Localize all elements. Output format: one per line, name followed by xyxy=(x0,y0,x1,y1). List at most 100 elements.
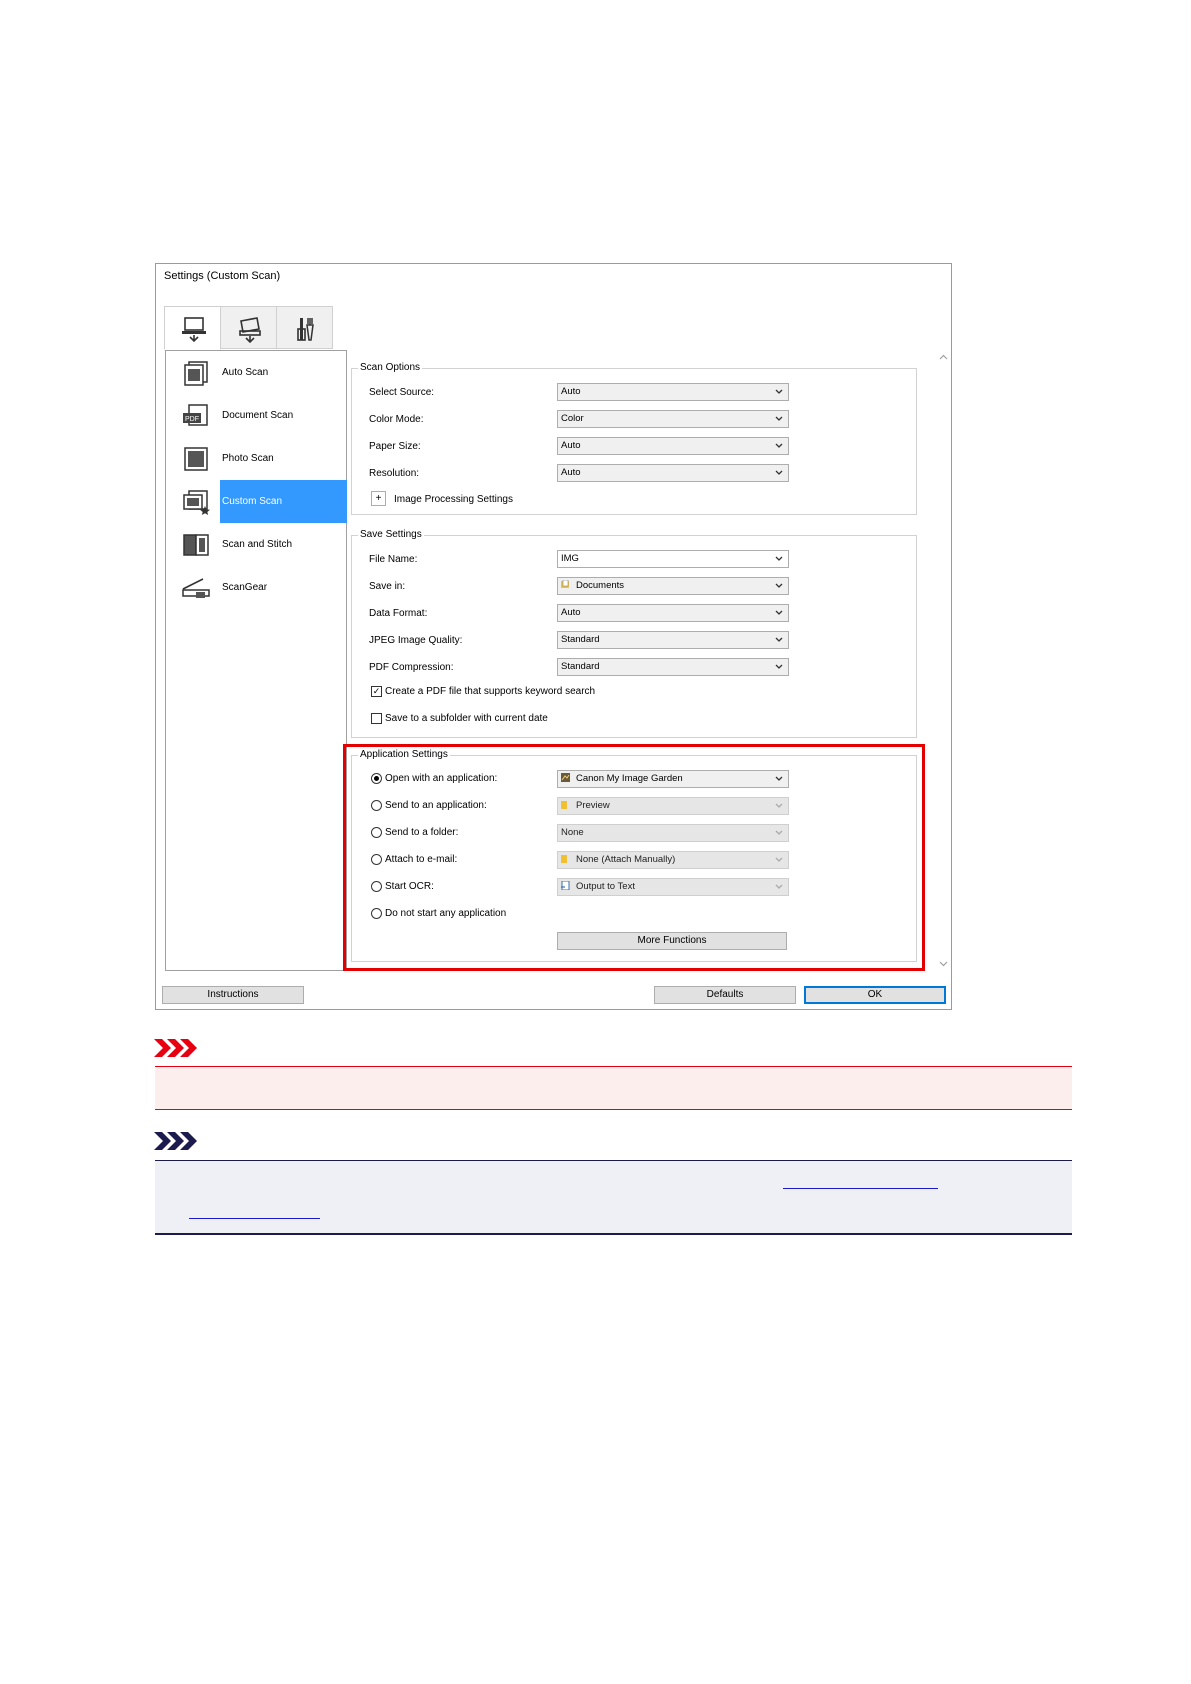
sidebar-item-document-scan[interactable]: PDF Document Scan xyxy=(166,394,346,437)
folder-icon xyxy=(561,855,567,863)
paper-size-label: Paper Size: xyxy=(369,441,421,452)
do-not-start-label: Do not start any application xyxy=(385,908,507,919)
file-name-label: File Name: xyxy=(369,554,418,565)
image-processing-label: Image Processing Settings xyxy=(394,494,513,505)
chevron-down-icon xyxy=(775,610,783,615)
scan-and-stitch-icon xyxy=(183,534,209,556)
custom-scan-icon xyxy=(183,490,210,515)
content-scrollbar[interactable] xyxy=(937,350,950,971)
defaults-button[interactable]: Defaults xyxy=(654,986,796,1004)
instructions-button[interactable]: Instructions xyxy=(162,986,304,1004)
sidebar-item-label: Document Scan xyxy=(222,410,294,421)
chevron-down-icon xyxy=(775,884,783,889)
keyword-search-pdf-label: Create a PDF file that supports keyword … xyxy=(385,686,596,697)
keyword-search-pdf-checkbox[interactable]: ✓ xyxy=(371,686,382,697)
file-name-combobox[interactable]: IMG xyxy=(557,550,789,568)
save-in-dropdown[interactable]: Documents xyxy=(557,577,789,595)
scangear-icon xyxy=(182,578,210,598)
attach-to-email-dropdown[interactable]: None (Attach Manually) xyxy=(557,851,789,869)
select-source-dropdown[interactable]: Auto xyxy=(557,383,789,401)
auto-scan-icon xyxy=(184,361,208,386)
sidebar-item-photo-scan[interactable]: Photo Scan xyxy=(166,437,346,480)
svg-text:PDF: PDF xyxy=(185,416,199,423)
my-image-garden-icon xyxy=(561,773,570,782)
note-link-2[interactable] xyxy=(189,1218,320,1219)
color-mode-dropdown[interactable]: Color xyxy=(557,410,789,428)
image-processing-expand-button[interactable]: + xyxy=(371,491,386,506)
scan-from-operation-panel-icon xyxy=(239,317,261,343)
data-format-label: Data Format: xyxy=(369,608,428,619)
open-with-app-radio[interactable] xyxy=(371,773,382,784)
chevron-down-icon xyxy=(775,803,783,808)
send-to-folder-radio[interactable] xyxy=(371,827,382,838)
chevron-down-icon xyxy=(775,443,783,448)
resolution-dropdown[interactable]: Auto xyxy=(557,464,789,482)
chevron-down-icon xyxy=(775,389,783,394)
subfolder-date-label: Save to a subfolder with current date xyxy=(385,713,548,724)
chevron-down-icon xyxy=(775,416,783,421)
settings-window: Settings (Custom Scan) Auto Scan PDF Doc… xyxy=(155,263,952,1010)
open-with-app-dropdown[interactable]: Canon My Image Garden xyxy=(557,770,789,788)
ok-button[interactable]: OK xyxy=(804,986,946,1004)
tab-scan-from-operation-panel[interactable] xyxy=(220,306,277,349)
jpeg-quality-dropdown[interactable]: Standard xyxy=(557,631,789,649)
documents-folder-icon xyxy=(561,580,569,588)
scroll-down-icon[interactable] xyxy=(939,959,948,968)
sidebar-item-scangear[interactable]: ScanGear xyxy=(166,566,346,609)
color-mode-label: Color Mode: xyxy=(369,414,424,425)
sidebar-item-label: Photo Scan xyxy=(222,453,274,464)
scroll-up-icon[interactable] xyxy=(939,353,948,362)
group-title: Save Settings xyxy=(358,529,424,540)
group-title: Scan Options xyxy=(358,362,423,373)
note-link-1[interactable] xyxy=(783,1188,938,1189)
scan-from-computer-icon xyxy=(182,317,206,343)
scan-type-sidebar: Auto Scan PDF Document Scan Photo Scan C… xyxy=(165,350,347,971)
chevron-down-icon xyxy=(775,664,783,669)
pdf-compression-dropdown[interactable]: Standard xyxy=(557,658,789,676)
group-title: Application Settings xyxy=(358,749,450,760)
start-ocr-dropdown[interactable]: Output to Text xyxy=(557,878,789,896)
paper-size-dropdown[interactable]: Auto xyxy=(557,437,789,455)
more-functions-button[interactable]: More Functions xyxy=(557,932,787,950)
note-box xyxy=(155,1160,1072,1235)
select-source-label: Select Source: xyxy=(369,387,435,398)
important-arrows-icon xyxy=(154,1039,197,1057)
sidebar-item-auto-scan[interactable]: Auto Scan xyxy=(166,351,346,394)
settings-content-pane: Scan Options Select Source: Auto Color M… xyxy=(343,350,937,971)
do-not-start-radio[interactable] xyxy=(371,908,382,919)
open-with-app-label: Open with an application: xyxy=(385,773,498,784)
start-ocr-radio[interactable] xyxy=(371,881,382,892)
save-in-label: Save in: xyxy=(369,581,406,592)
photo-scan-icon xyxy=(184,447,208,471)
send-to-folder-dropdown[interactable]: None xyxy=(557,824,789,842)
sidebar-item-custom-scan[interactable]: Custom Scan xyxy=(166,480,347,523)
scan-options-group: Scan Options Select Source: Auto Color M… xyxy=(351,362,917,515)
resolution-label: Resolution: xyxy=(369,468,420,479)
send-to-folder-label: Send to a folder: xyxy=(385,827,459,838)
ocr-icon xyxy=(561,881,570,890)
sidebar-item-label: Scan and Stitch xyxy=(222,539,293,550)
chevron-down-icon xyxy=(775,637,783,642)
sidebar-item-label: ScanGear xyxy=(222,582,268,593)
chevron-down-icon xyxy=(775,776,783,781)
application-settings-group: Application Settings Open with an applic… xyxy=(351,749,917,962)
data-format-dropdown[interactable]: Auto xyxy=(557,604,789,622)
subfolder-date-checkbox[interactable] xyxy=(371,713,382,724)
tab-general-settings[interactable] xyxy=(276,306,333,349)
pdf-compression-label: PDF Compression: xyxy=(369,662,454,673)
chevron-down-icon xyxy=(775,556,783,561)
folder-icon xyxy=(561,801,567,809)
attach-to-email-label: Attach to e-mail: xyxy=(385,854,458,865)
chevron-down-icon xyxy=(775,583,783,588)
send-to-app-radio[interactable] xyxy=(371,800,382,811)
chevron-down-icon xyxy=(775,830,783,835)
sidebar-item-label: Custom Scan xyxy=(220,480,347,523)
tab-scan-from-computer[interactable] xyxy=(164,306,221,350)
jpeg-quality-label: JPEG Image Quality: xyxy=(369,635,463,646)
chevron-down-icon xyxy=(775,857,783,862)
send-to-app-label: Send to an application: xyxy=(385,800,487,811)
send-to-app-dropdown[interactable]: Preview xyxy=(557,797,789,815)
sidebar-item-scan-and-stitch[interactable]: Scan and Stitch xyxy=(166,523,346,566)
attach-to-email-radio[interactable] xyxy=(371,854,382,865)
general-settings-icon xyxy=(297,318,314,341)
